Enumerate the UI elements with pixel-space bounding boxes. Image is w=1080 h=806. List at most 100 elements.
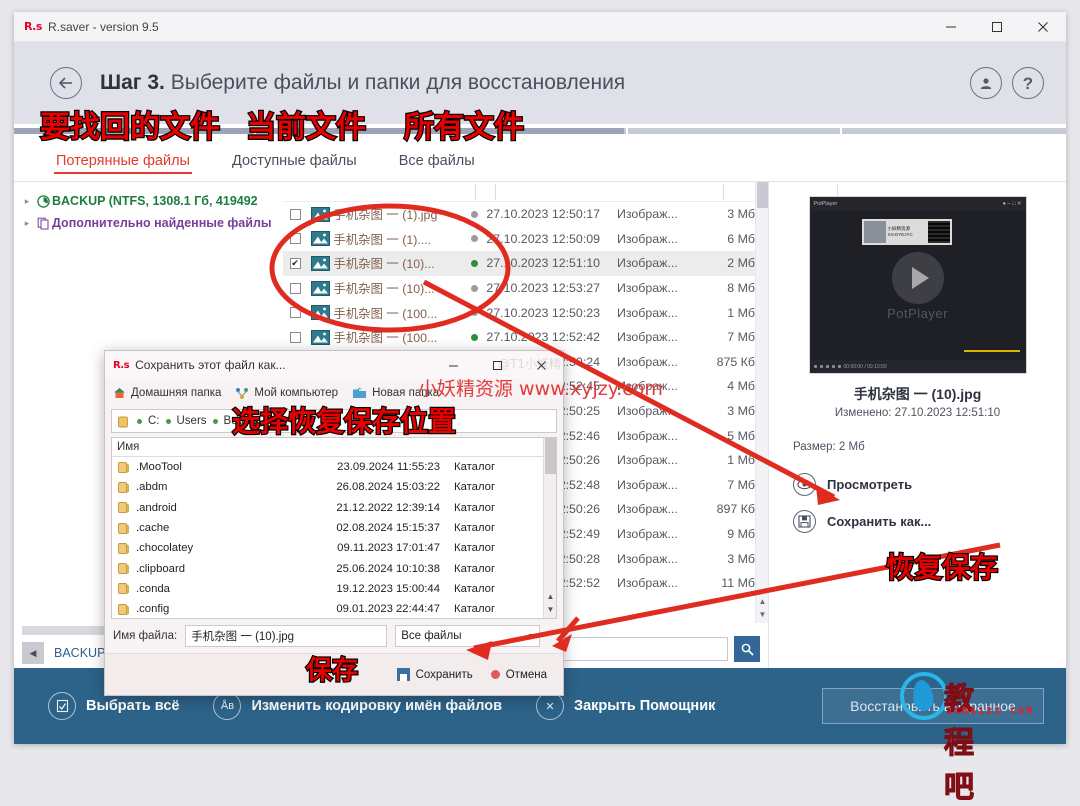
table-row[interactable]: ✔ 手机杂图 一 (10)...27.10.2023 12:51:10Изобр… bbox=[283, 251, 755, 276]
column-separator[interactable] bbox=[723, 184, 724, 200]
list-item[interactable]: .chocolatey09.11.2023 17:01:47Каталог bbox=[112, 538, 556, 558]
close-x-icon: ✕ bbox=[536, 692, 564, 720]
folder-type: Каталог bbox=[440, 461, 556, 473]
row-status-dot bbox=[462, 285, 486, 292]
folder-icon bbox=[117, 415, 131, 428]
folder-name: .config bbox=[112, 603, 292, 616]
column-separator[interactable] bbox=[475, 184, 476, 200]
row-checkbox[interactable] bbox=[283, 283, 307, 294]
list-item[interactable]: .MooTool23.09.2024 11:55:23Каталог bbox=[112, 457, 556, 477]
row-size: 2 Мб bbox=[697, 256, 755, 270]
chevron-down-icon[interactable]: ▼ bbox=[527, 633, 534, 640]
dialog-list-body: .MooTool23.09.2024 11:55:23Каталог .abdm… bbox=[112, 457, 556, 618]
path-segment-users[interactable]: Users bbox=[177, 415, 207, 427]
row-checkbox[interactable] bbox=[283, 233, 307, 244]
row-status-dot bbox=[462, 211, 486, 218]
folder-date: 09.11.2023 17:01:47 bbox=[292, 542, 440, 554]
qr-code-icon bbox=[928, 221, 950, 243]
scroll-up-arrow[interactable]: ▲ bbox=[544, 592, 557, 605]
row-checkbox[interactable]: ✔ bbox=[283, 258, 307, 269]
dialog-save-button[interactable]: Сохранить bbox=[397, 668, 473, 681]
expander-icon[interactable]: ▸ bbox=[20, 196, 34, 207]
row-size: 7 Мб bbox=[697, 330, 755, 344]
table-row[interactable]: 手机杂图 一 (100...27.10.2023 12:52:42Изображ… bbox=[283, 325, 755, 350]
row-type: Изображ... bbox=[617, 429, 697, 443]
folder-name: .clipboard bbox=[112, 562, 292, 575]
question-mark-icon[interactable]: ? bbox=[1012, 67, 1044, 99]
table-row[interactable]: 手机杂图 一 (1).jpg27.10.2023 12:50:17Изображ… bbox=[283, 202, 755, 227]
scrollbar-thumb[interactable] bbox=[545, 438, 556, 474]
dialog-filename-input[interactable] bbox=[185, 625, 387, 647]
list-item[interactable]: .config09.01.2023 22:44:47Каталог bbox=[112, 599, 556, 618]
row-type: Изображ... bbox=[617, 552, 697, 566]
play-icon bbox=[892, 252, 944, 304]
tree-item-backup[interactable]: ▸ BACKUP (NTFS, 1308.1 Гб, 419492 bbox=[20, 190, 282, 212]
recover-selected-button[interactable]: Восстановить выбранное bbox=[822, 688, 1044, 724]
dialog-filetype-select[interactable]: Все файлы ▼ bbox=[395, 625, 540, 647]
progress-fill bbox=[14, 128, 624, 134]
scroll-down-arrow[interactable]: ▼ bbox=[544, 605, 557, 618]
new-folder-button[interactable]: Новая папка bbox=[352, 387, 439, 399]
preview-thumbnail[interactable]: PotPlayer ● – □ ✕ 小妖精资源 XIAOYEJYC PotPla… bbox=[809, 196, 1027, 374]
expander-icon[interactable]: ▸ bbox=[20, 218, 34, 229]
table-row[interactable]: 手机杂图 一 (10)...27.10.2023 12:53:27Изображ… bbox=[283, 276, 755, 301]
path-segment-drive[interactable]: C: bbox=[148, 415, 160, 427]
list-item[interactable]: .android21.12.2022 12:39:14Каталог bbox=[112, 498, 556, 518]
folder-type: Каталог bbox=[440, 502, 556, 514]
footer-close-assistant[interactable]: ✕ Закрыть Помощник bbox=[536, 692, 715, 720]
row-filename: 手机杂图 一 (100... bbox=[333, 328, 462, 346]
table-row[interactable]: 手机杂图 一 (100...27.10.2023 12:50:23Изображ… bbox=[283, 300, 755, 325]
column-separator[interactable] bbox=[495, 184, 496, 200]
path-segment-user[interactable]: Bug11 bbox=[224, 415, 256, 427]
minimize-icon[interactable] bbox=[928, 12, 974, 42]
table-row[interactable]: 手机杂图 一 (1)....27.10.2023 12:50:09Изображ… bbox=[283, 227, 755, 252]
row-size: 1 Мб bbox=[697, 453, 755, 467]
scroll-up-arrow[interactable]: ▲ bbox=[756, 597, 769, 610]
application-window: R.s R.saver - version 9.5 Шаг 3. Выберит… bbox=[14, 12, 1066, 744]
dialog-path-breadcrumb[interactable]: C: Users Bug11 bbox=[111, 409, 557, 433]
row-type: Изображ... bbox=[617, 306, 697, 320]
home-folder-button[interactable]: Домашняя папка bbox=[113, 387, 221, 399]
preview-button-view[interactable]: Просмотреть bbox=[793, 473, 1050, 496]
breadcrumb-label[interactable]: BACKUP bbox=[54, 646, 105, 660]
triangle-left-icon[interactable]: ◀ bbox=[22, 642, 44, 664]
row-size: 11 Мб bbox=[697, 576, 755, 590]
dialog-list-scrollbar[interactable]: ▲ ▼ bbox=[543, 438, 556, 618]
minimize-icon[interactable] bbox=[431, 351, 475, 379]
dialog-filename-row: Имя файла: Все файлы ▼ bbox=[105, 619, 563, 653]
back-button[interactable] bbox=[50, 67, 82, 99]
tab-lost-files[interactable]: Потерянные файлы bbox=[56, 153, 190, 181]
list-item[interactable]: .cache02.08.2024 15:15:37Каталог bbox=[112, 518, 556, 538]
list-item[interactable]: .abdm26.08.2024 15:03:22Каталог bbox=[112, 477, 556, 497]
preview-button-save-as[interactable]: Сохранить как... bbox=[793, 510, 1050, 533]
folder-date: 09.01.2023 22:44:47 bbox=[292, 603, 440, 615]
dialog-column-name[interactable]: Имя bbox=[112, 441, 139, 453]
page-title: Шаг 3. Выберите файлы и папки для восста… bbox=[100, 71, 625, 95]
progress-tick bbox=[254, 126, 256, 136]
footer-change-encoding[interactable]: Åв Изменить кодировку имён файлов bbox=[213, 692, 502, 720]
close-icon[interactable] bbox=[1020, 12, 1066, 42]
tab-available-files[interactable]: Доступные файлы bbox=[232, 153, 357, 181]
tab-all-files[interactable]: Все файлы bbox=[399, 153, 475, 181]
list-item[interactable]: .clipboard25.06.2024 10:10:38Каталог bbox=[112, 558, 556, 578]
preview-pane: PotPlayer ● – □ ✕ 小妖精资源 XIAOYEJYC PotPla… bbox=[769, 182, 1066, 675]
row-checkbox[interactable] bbox=[283, 209, 307, 220]
file-table-scrollbar[interactable]: ▲ ▼ bbox=[755, 182, 768, 623]
dialog-cancel-button[interactable]: Отмена bbox=[491, 669, 547, 681]
user-icon[interactable] bbox=[970, 67, 1002, 99]
scroll-down-arrow[interactable]: ▼ bbox=[756, 610, 769, 623]
scrollbar-thumb[interactable] bbox=[757, 182, 768, 208]
dialog-list-header: Имя bbox=[112, 438, 556, 457]
maximize-icon[interactable] bbox=[974, 12, 1020, 42]
row-checkbox[interactable] bbox=[283, 332, 307, 343]
avatar bbox=[864, 221, 886, 243]
dialog-filetype-value: Все файлы bbox=[401, 630, 461, 642]
row-size: 3 Мб bbox=[697, 207, 755, 221]
my-computer-button[interactable]: Мой компьютер bbox=[235, 387, 338, 399]
row-checkbox[interactable] bbox=[283, 307, 307, 318]
footer-select-all[interactable]: Выбрать всё bbox=[48, 692, 179, 720]
tree-item-extra-found[interactable]: ▸ Дополнительно найденные файлы bbox=[20, 212, 282, 234]
list-item[interactable]: .conda19.12.2023 15:00:44Каталог bbox=[112, 579, 556, 599]
search-icon[interactable] bbox=[734, 636, 760, 662]
dialog-titlebar: R.s Сохранить этот файл как... bbox=[105, 351, 563, 379]
